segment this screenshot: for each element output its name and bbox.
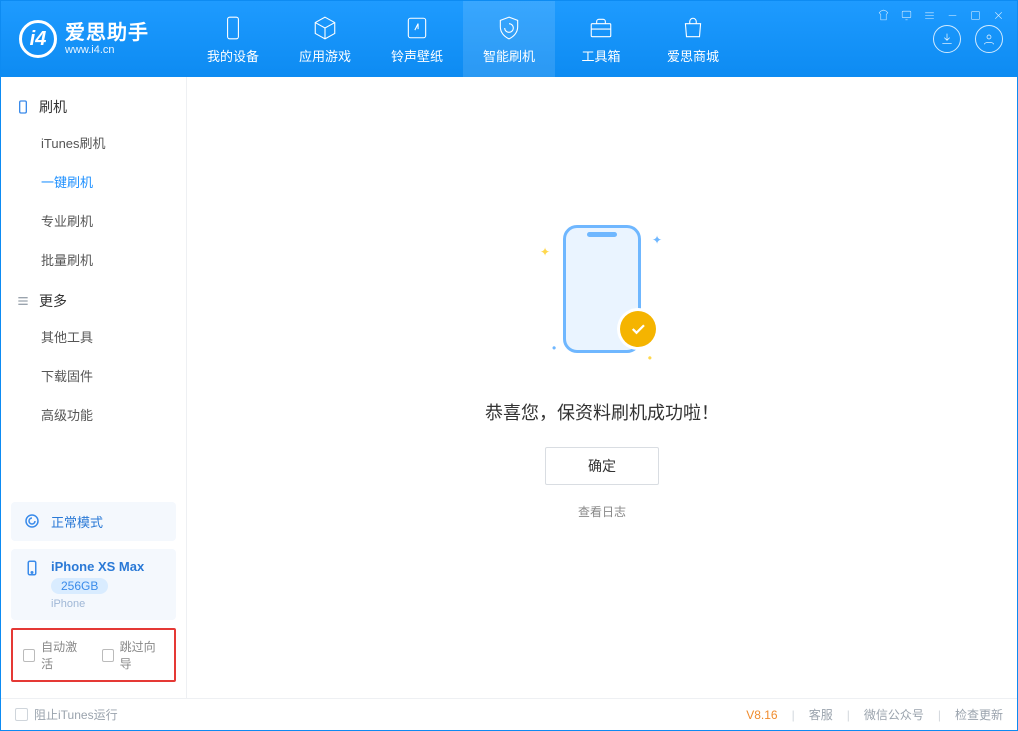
sparkle-icon: ✦ xyxy=(540,245,550,259)
flash-options-row: 自动激活 跳过向导 xyxy=(11,628,176,682)
nav-ringtones[interactable]: 铃声壁纸 xyxy=(371,1,463,77)
success-illustration: ✦ ✦ • • xyxy=(522,215,682,375)
footer-link-wechat[interactable]: 微信公众号 xyxy=(864,706,924,723)
app-body: 刷机 iTunes刷机 一键刷机 专业刷机 批量刷机 更多 其他工具 下载固件 … xyxy=(1,77,1017,698)
status-bar: 阻止iTunes运行 V8.16 | 客服 | 微信公众号 | 检查更新 xyxy=(1,698,1017,730)
checkbox-auto-activate[interactable]: 自动激活 xyxy=(23,638,86,672)
sidebar-item-advanced[interactable]: 高级功能 xyxy=(9,395,178,434)
sparkle-icon: ✦ xyxy=(652,233,662,247)
sidebar-item-onekey-flash[interactable]: 一键刷机 xyxy=(9,162,178,201)
close-button[interactable] xyxy=(992,9,1005,22)
sidebar-group-title[interactable]: 更多 xyxy=(9,285,178,317)
check-badge-icon xyxy=(620,311,656,347)
nav-my-device[interactable]: 我的设备 xyxy=(187,1,279,77)
sidebar-item-batch-flash[interactable]: 批量刷机 xyxy=(9,240,178,279)
window-controls xyxy=(877,9,1005,22)
nav-flash[interactable]: 智能刷机 xyxy=(463,1,555,77)
sidebar-group-more: 更多 其他工具 下载固件 高级功能 xyxy=(9,285,178,434)
sparkle-icon: • xyxy=(552,341,556,355)
list-icon xyxy=(15,293,31,309)
maximize-button[interactable] xyxy=(969,9,982,22)
app-title: 爱思助手 xyxy=(65,22,149,44)
feedback-button[interactable] xyxy=(900,9,913,22)
sidebar-item-download-firmware[interactable]: 下载固件 xyxy=(9,356,178,395)
nav-toolbox[interactable]: 工具箱 xyxy=(555,1,647,77)
checkbox-skip-guide[interactable]: 跳过向导 xyxy=(102,638,165,672)
device-icon xyxy=(23,559,41,577)
success-message: 恭喜您，保资料刷机成功啦！ xyxy=(485,399,719,425)
view-log-link[interactable]: 查看日志 xyxy=(578,503,626,520)
nav-apps[interactable]: 应用游戏 xyxy=(279,1,371,77)
toolbox-icon xyxy=(587,14,615,42)
sidebar-group-flash: 刷机 iTunes刷机 一键刷机 专业刷机 批量刷机 xyxy=(9,91,178,279)
device-name: iPhone XS Max xyxy=(51,559,144,574)
account-button[interactable] xyxy=(975,25,1003,53)
logo-text: 爱思助手 www.i4.cn xyxy=(65,22,149,56)
main-nav: 我的设备 应用游戏 铃声壁纸 智能刷机 工具箱 爱思商城 xyxy=(187,1,739,77)
bag-icon xyxy=(679,14,707,42)
music-icon xyxy=(403,14,431,42)
device-capacity: 256GB xyxy=(51,578,108,594)
minimize-button[interactable] xyxy=(946,9,959,22)
footer-link-support[interactable]: 客服 xyxy=(809,706,833,723)
app-subtitle: www.i4.cn xyxy=(65,44,149,56)
logo-icon: i4 xyxy=(19,20,57,58)
sidebar-item-other-tools[interactable]: 其他工具 xyxy=(9,317,178,356)
shield-refresh-icon xyxy=(495,14,523,42)
device-info-box[interactable]: iPhone XS Max 256GB iPhone xyxy=(11,549,176,620)
footer-right: V8.16 | 客服 | 微信公众号 | 检查更新 xyxy=(746,706,1003,723)
device-icon xyxy=(219,14,247,42)
device-type: iPhone xyxy=(51,598,144,610)
app-header: i4 爱思助手 www.i4.cn 我的设备 应用游戏 铃声壁纸 智能刷机 工具… xyxy=(1,1,1017,77)
cube-icon xyxy=(311,14,339,42)
sparkle-icon: • xyxy=(648,351,652,365)
sidebar-item-pro-flash[interactable]: 专业刷机 xyxy=(9,201,178,240)
device-mode-box[interactable]: 正常模式 xyxy=(11,502,176,541)
logo-block: i4 爱思助手 www.i4.cn xyxy=(1,1,187,77)
ok-button[interactable]: 确定 xyxy=(545,447,659,485)
main-pane: ✦ ✦ • • 恭喜您，保资料刷机成功啦！ 确定 查看日志 xyxy=(187,77,1017,698)
device-mode-label: 正常模式 xyxy=(51,512,103,531)
checkbox-block-itunes[interactable]: 阻止iTunes运行 xyxy=(15,706,118,723)
mode-icon xyxy=(23,512,41,530)
sidebar: 刷机 iTunes刷机 一键刷机 专业刷机 批量刷机 更多 其他工具 下载固件 … xyxy=(1,77,187,698)
version-label: V8.16 xyxy=(746,708,777,722)
sidebar-bottom-panel: 正常模式 iPhone XS Max 256GB iPhone 自动激活 跳过向… xyxy=(9,494,178,690)
sidebar-group-title[interactable]: 刷机 xyxy=(9,91,178,123)
nav-store[interactable]: 爱思商城 xyxy=(647,1,739,77)
menu-button[interactable] xyxy=(923,9,936,22)
phone-icon xyxy=(15,99,31,115)
sidebar-item-itunes-flash[interactable]: iTunes刷机 xyxy=(9,123,178,162)
skin-button[interactable] xyxy=(877,9,890,22)
downloads-button[interactable] xyxy=(933,25,961,53)
footer-link-update[interactable]: 检查更新 xyxy=(955,706,1003,723)
